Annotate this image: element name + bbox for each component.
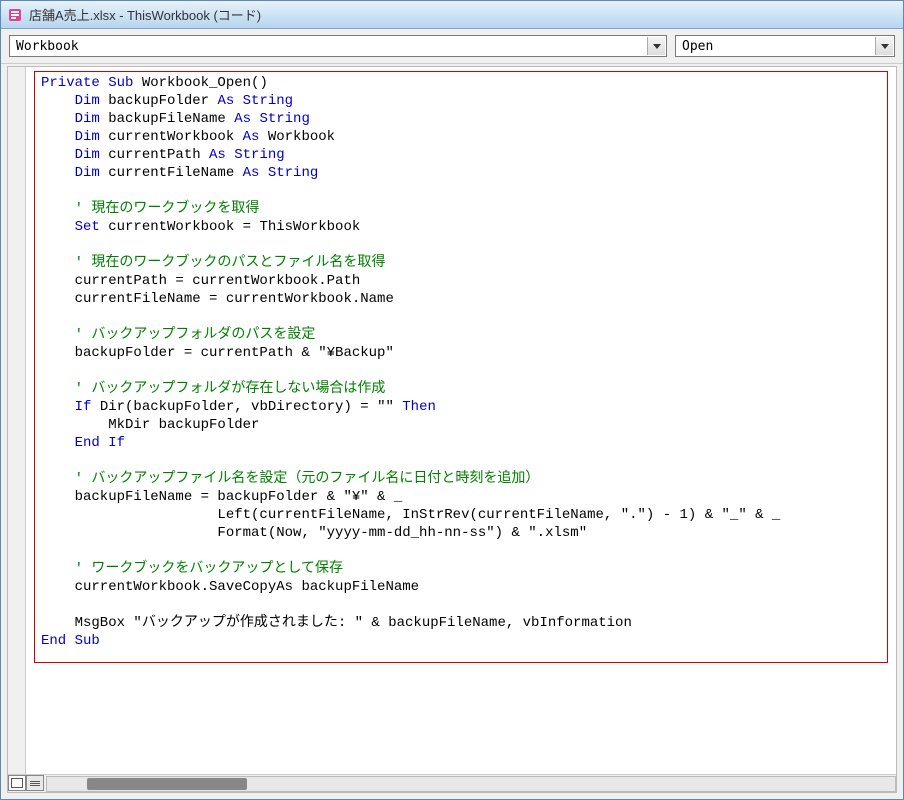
object-dropdown-value: Workbook bbox=[16, 39, 79, 54]
object-dropdown[interactable]: Workbook bbox=[9, 35, 667, 57]
code-text[interactable]: Private Sub Workbook_Open() Dim backupFo… bbox=[41, 74, 887, 650]
code-pane: Private Sub Workbook_Open() Dim backupFo… bbox=[7, 66, 897, 793]
procedure-dropdown-value: Open bbox=[682, 39, 713, 54]
code-highlight-box: Private Sub Workbook_Open() Dim backupFo… bbox=[34, 71, 888, 663]
view-toggle-group bbox=[8, 775, 44, 792]
procedure-dropdown[interactable]: Open bbox=[675, 35, 895, 57]
workbook-icon bbox=[7, 7, 23, 23]
chevron-down-icon bbox=[875, 37, 893, 55]
full-module-view-button[interactable] bbox=[26, 775, 44, 791]
chevron-down-icon bbox=[647, 37, 665, 55]
scrollbar-thumb[interactable] bbox=[87, 778, 247, 790]
horizontal-scrollbar[interactable] bbox=[46, 776, 896, 792]
code-editor[interactable]: Private Sub Workbook_Open() Dim backupFo… bbox=[26, 67, 896, 774]
vbe-window: 店舗A売上.xlsx - ThisWorkbook (コード) Workbook… bbox=[0, 0, 904, 800]
procedure-view-button[interactable] bbox=[8, 775, 26, 791]
window-title: 店舗A売上.xlsx - ThisWorkbook (コード) bbox=[29, 5, 261, 24]
margin-indicator-bar bbox=[8, 67, 26, 774]
titlebar[interactable]: 店舗A売上.xlsx - ThisWorkbook (コード) bbox=[1, 1, 903, 29]
dropdown-row: Workbook Open bbox=[1, 29, 903, 64]
bottom-toolbar bbox=[8, 774, 896, 792]
